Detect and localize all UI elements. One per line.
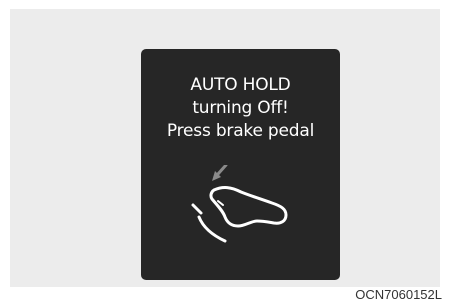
shoe-icon: [209, 186, 288, 228]
message-line-1: AUTO HOLD: [190, 75, 291, 95]
press-arrow-icon: [212, 165, 228, 181]
figure-code: OCN7060152L: [355, 287, 442, 302]
message-line-3: Press brake pedal: [166, 121, 315, 141]
message-line-2: turning Off!: [192, 98, 289, 118]
cluster-display: AUTO HOLD turning Off! Press brake pedal: [141, 49, 340, 280]
figure-panel: AUTO HOLD turning Off! Press brake pedal: [10, 9, 440, 287]
brake-pedal-press-icon: [185, 165, 300, 247]
